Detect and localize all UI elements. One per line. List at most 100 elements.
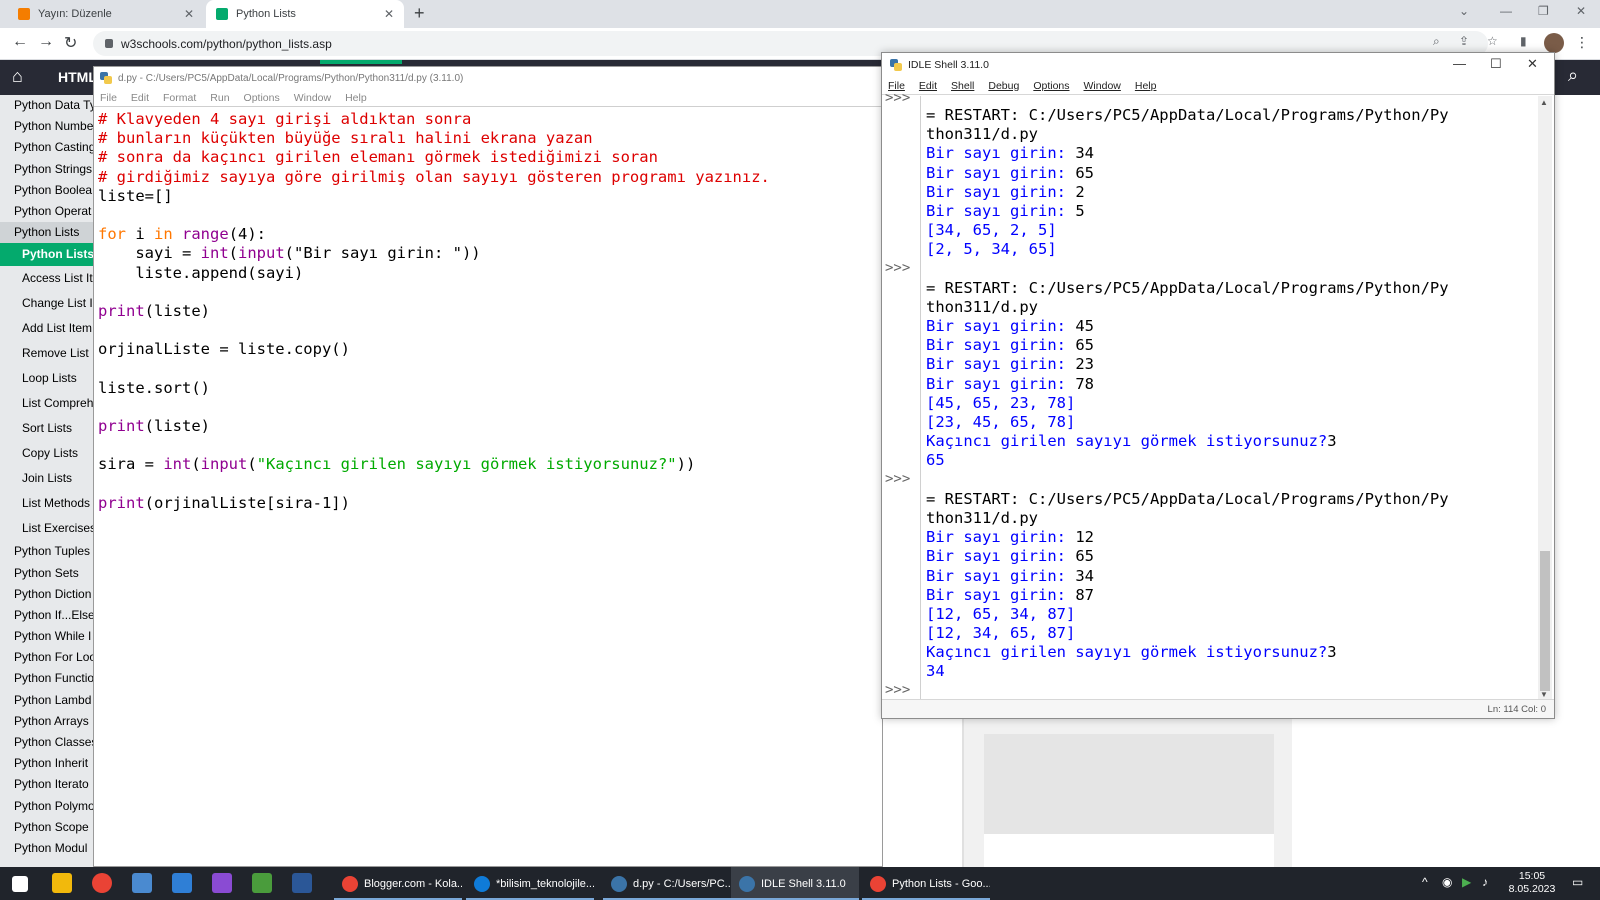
taskbar-app[interactable]: *bilisim_teknolojile... — [466, 867, 594, 900]
close-icon[interactable]: ✕ — [1527, 56, 1538, 72]
sidebar-item[interactable]: Python Scope — [0, 817, 94, 838]
sidebar-item[interactable]: Python Lists — [0, 222, 94, 244]
sidebar-item[interactable]: Python Polymo — [0, 796, 94, 817]
visual-studio-icon[interactable] — [212, 873, 232, 893]
taskbar-app[interactable]: IDLE Shell 3.11.0 — [731, 867, 859, 900]
avatar[interactable] — [1544, 33, 1564, 53]
menu-item-file[interactable]: File — [100, 92, 117, 104]
taskbar-app[interactable]: Python Lists - Goo... — [862, 867, 990, 900]
show-hidden-icons-icon[interactable]: ^ — [1422, 875, 1428, 889]
notifications-icon[interactable]: ▭ — [1572, 875, 1583, 889]
minimize-icon[interactable]: — — [1453, 56, 1466, 71]
menu-item-edit[interactable]: Edit — [919, 80, 937, 92]
browser-tab-python-lists[interactable]: Python Lists ✕ — [206, 0, 404, 28]
side-panel-icon[interactable]: ▮ — [1520, 34, 1527, 48]
menu-item-format[interactable]: Format — [163, 92, 196, 104]
menu-item-options[interactable]: Options — [1033, 80, 1069, 92]
dreamweaver-icon[interactable] — [252, 873, 272, 893]
menu-item-debug[interactable]: Debug — [988, 80, 1019, 92]
menu-item-run[interactable]: Run — [210, 92, 229, 104]
close-tab-icon[interactable]: ✕ — [384, 7, 394, 21]
nav-html-link[interactable]: HTML — [58, 69, 97, 85]
sidebar-item[interactable]: Python Lists — [0, 243, 94, 267]
sidebar-item[interactable]: Python If...Else — [0, 605, 94, 626]
vertical-scrollbar[interactable]: ▲ ▼ — [1538, 96, 1552, 701]
shell-output[interactable]: = RESTART: C:/Users/PC5/AppData/Local/Pr… — [926, 96, 1536, 701]
sidebar-item[interactable]: Python Casting — [0, 137, 94, 158]
sidebar-item[interactable]: Join Lists — [0, 466, 94, 491]
sidebar-item[interactable]: Python Tuples — [0, 541, 94, 562]
search-icon[interactable]: ⌕ — [1568, 65, 1578, 86]
sidebar-item[interactable]: Python For Loo — [0, 647, 94, 668]
menu-item-help[interactable]: Help — [345, 92, 367, 104]
vscode-icon[interactable] — [172, 873, 192, 893]
menu-item-help[interactable]: Help — [1135, 80, 1157, 92]
reload-icon[interactable]: ↻ — [64, 33, 77, 53]
code-area[interactable]: # Klavyeden 4 sayı girişi aldıktan sonra… — [98, 110, 882, 866]
close-window-icon[interactable]: ✕ — [1576, 4, 1586, 18]
taskbar-clock[interactable]: 15:05 8.05.2023 — [1502, 870, 1562, 896]
sidebar-item[interactable]: Python Data Ty — [0, 95, 94, 116]
sidebar-item[interactable]: Access List It — [0, 266, 94, 291]
sidebar-item[interactable]: Python Modul — [0, 838, 94, 859]
more-menu-icon[interactable]: ⋮ — [1575, 34, 1589, 51]
maximize-icon[interactable]: ☐ — [1490, 56, 1502, 72]
windows-start-icon[interactable] — [12, 876, 28, 892]
sidebar-item[interactable]: Change List I — [0, 291, 94, 316]
new-tab-icon[interactable]: + — [414, 3, 425, 24]
notepad-icon[interactable] — [132, 873, 152, 893]
sidebar-item[interactable]: Remove List — [0, 341, 94, 366]
idle-editor-window[interactable]: d.py - C:/Users/PC5/AppData/Local/Progra… — [93, 66, 883, 867]
sidebar-item[interactable]: Python Strings — [0, 159, 94, 180]
sidebar-item[interactable]: Python Arrays — [0, 711, 94, 732]
camera-icon[interactable]: ◉ — [1442, 875, 1452, 889]
chrome-icon[interactable] — [92, 873, 112, 893]
sidebar-item[interactable]: List Methods — [0, 491, 94, 516]
sidebar-item[interactable]: Python Lambd — [0, 690, 94, 711]
sidebar-item[interactable]: Python Sets — [0, 563, 94, 584]
scroll-down-icon[interactable]: ▼ — [1540, 690, 1548, 699]
sidebar-item[interactable]: Add List Item — [0, 316, 94, 341]
sidebar-item[interactable]: Python Diction — [0, 584, 94, 605]
menu-item-shell[interactable]: Shell — [951, 80, 974, 92]
menu-item-window[interactable]: Window — [294, 92, 331, 104]
sidebar-item[interactable]: Python While I — [0, 626, 94, 647]
sidebar-item[interactable]: Python Classes — [0, 732, 94, 753]
play-icon[interactable]: ▶ — [1462, 875, 1471, 889]
sidebar-item[interactable]: Python Boolea — [0, 180, 94, 201]
scroll-up-icon[interactable]: ▲ — [1540, 98, 1548, 107]
sidebar-item[interactable]: Copy Lists — [0, 441, 94, 466]
taskbar-app[interactable]: Blogger.com - Kola... — [334, 867, 462, 900]
sidebar-item[interactable]: Python Functio — [0, 668, 94, 689]
file-explorer-icon[interactable] — [52, 873, 72, 893]
restore-icon[interactable]: ❐ — [1538, 4, 1549, 18]
back-icon[interactable]: ← — [12, 33, 28, 51]
tab-search-icon[interactable]: ⌄ — [1459, 4, 1469, 18]
idle-shell-window[interactable]: IDLE Shell 3.11.0 — ☐ ✕ File Edit Shell Deb… — [881, 52, 1555, 719]
zoom-icon[interactable]: ⌕ — [1433, 34, 1440, 49]
taskbar-app[interactable]: d.py - C:/Users/PC... — [603, 867, 731, 900]
word-icon[interactable] — [292, 873, 312, 893]
sidebar-item[interactable]: Python Numbe — [0, 116, 94, 137]
menu-item-options[interactable]: Options — [244, 92, 280, 104]
sidebar-item[interactable]: Sort Lists — [0, 416, 94, 441]
sidebar-item[interactable]: List Compreh — [0, 391, 94, 416]
close-tab-icon[interactable]: ✕ — [184, 7, 194, 21]
sidebar-item[interactable]: Python Inherit — [0, 753, 94, 774]
share-icon[interactable]: ⇪ — [1459, 34, 1469, 48]
code-token: i — [126, 225, 154, 244]
minimize-icon[interactable]: — — [1500, 4, 1512, 18]
home-icon[interactable]: ⌂ — [12, 66, 23, 87]
menu-item-edit[interactable]: Edit — [131, 92, 149, 104]
forward-icon[interactable]: → — [38, 33, 54, 51]
shell-text: thon311/d.py — [926, 125, 1038, 144]
sidebar-item[interactable]: List Exercises — [0, 516, 94, 541]
sidebar-item[interactable]: Python Operat — [0, 201, 94, 222]
scrollbar-thumb[interactable] — [1540, 551, 1550, 691]
sidebar-item[interactable]: Python Iterato — [0, 774, 94, 795]
volume-icon[interactable]: ♪ — [1482, 875, 1488, 889]
browser-tab-blogger[interactable]: Yayın: Düzenle ✕ — [8, 0, 204, 28]
sidebar-item[interactable]: Loop Lists — [0, 366, 94, 391]
menu-item-window[interactable]: Window — [1084, 80, 1121, 92]
bookmark-star-icon[interactable]: ☆ — [1487, 34, 1498, 48]
